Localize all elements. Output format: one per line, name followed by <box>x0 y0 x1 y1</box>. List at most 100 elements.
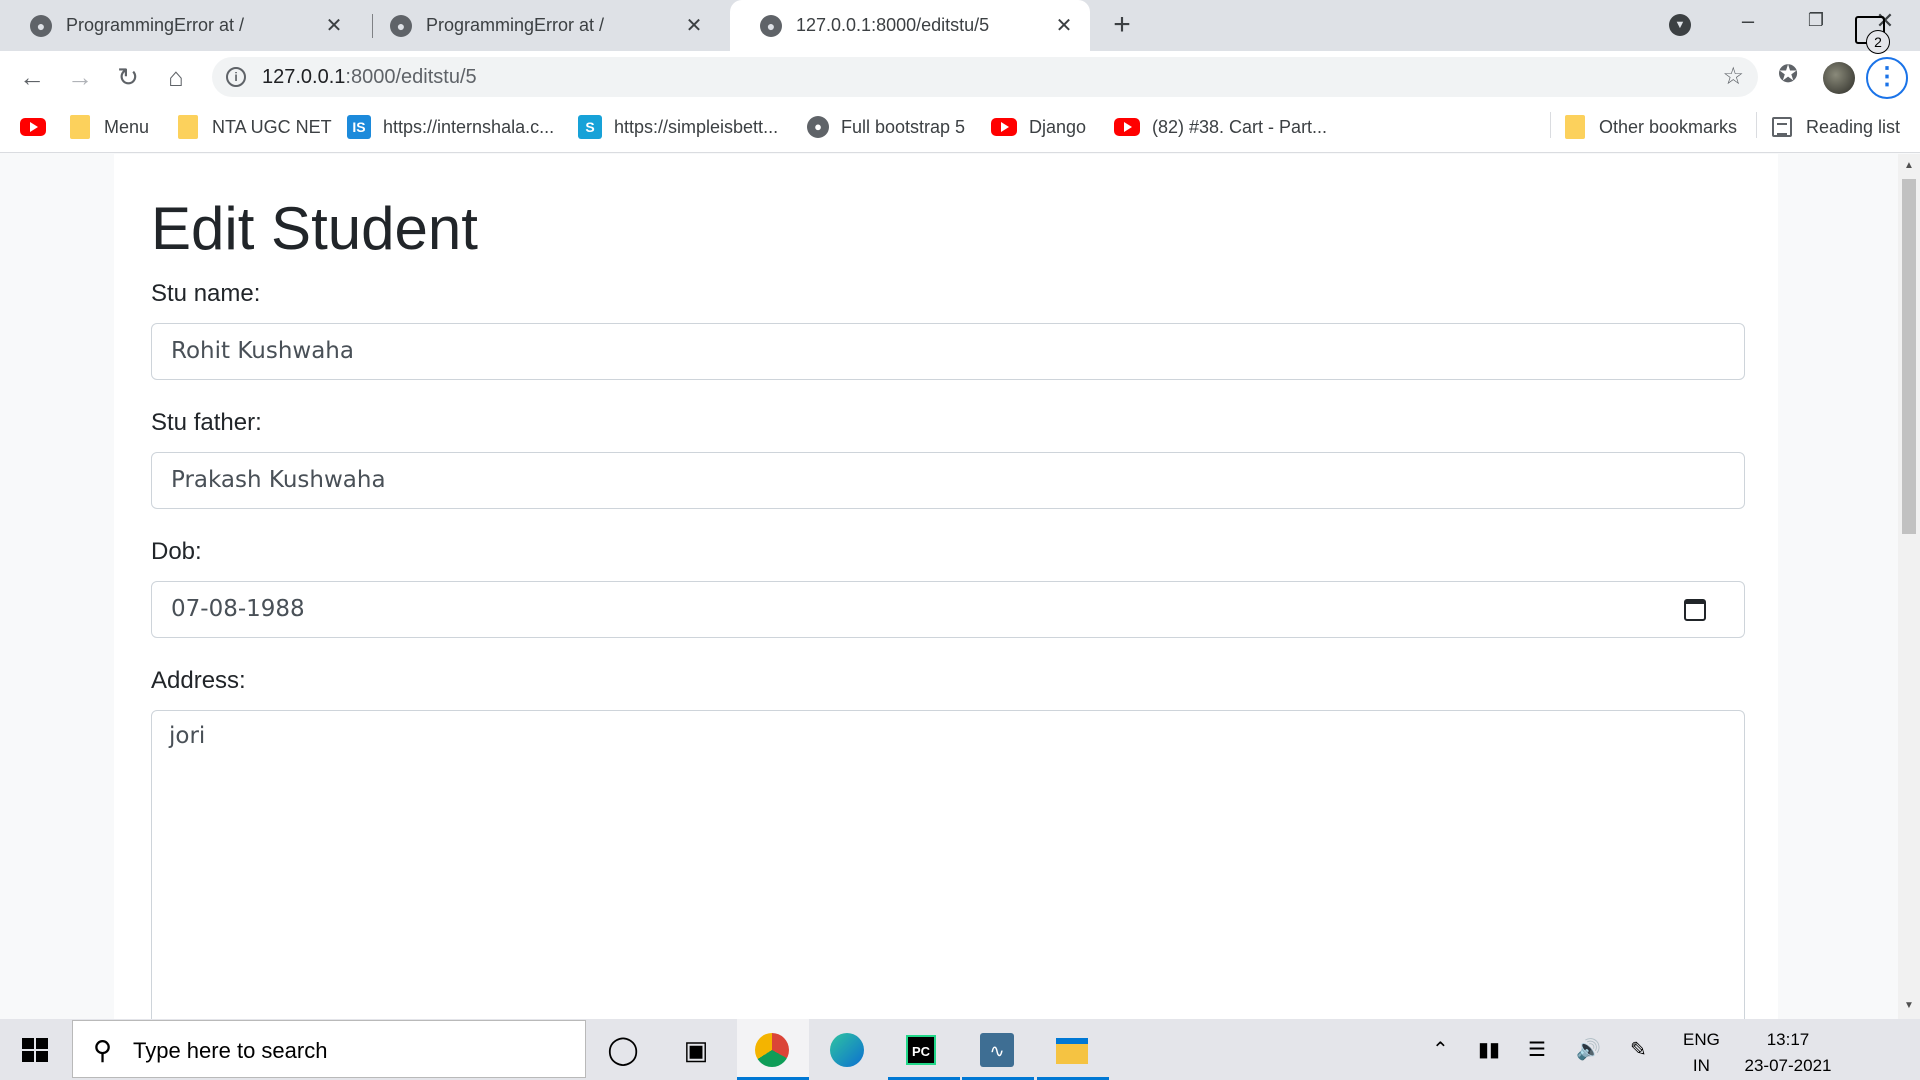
close-tab-icon[interactable]: ✕ <box>1052 13 1076 38</box>
mysql-workbench-taskbar-icon[interactable]: ∿ <box>980 1033 1014 1067</box>
internshala-icon: IS <box>347 115 371 139</box>
tab-programming-error-2[interactable]: ● ProgrammingError at / ✕ <box>360 0 720 51</box>
system-clock[interactable]: 13:17 23-07-2021 <box>1733 1027 1843 1079</box>
bookmark-django[interactable]: Django <box>991 114 1086 140</box>
address-url[interactable]: 127.0.0.1:8000/editstu/5 <box>262 66 477 89</box>
reading-list-label: Reading list <box>1806 116 1901 137</box>
task-view-icon[interactable]: ▣ <box>678 1032 714 1068</box>
url-host: 127.0.0.1 <box>262 66 346 88</box>
notification-count-badge: 2 <box>1866 30 1890 54</box>
url-path: :8000/editstu/5 <box>345 66 477 88</box>
chrome-menu-icon[interactable]: ⋮ <box>1866 57 1908 99</box>
bookmark-nta-ugc-net-folder[interactable]: NTA UGC NET <box>178 114 332 140</box>
other-bookmarks[interactable]: Other bookmarks <box>1565 114 1737 140</box>
clock-time: 13:17 <box>1766 1030 1810 1049</box>
tab-editstu[interactable]: ● 127.0.0.1:8000/editstu/5 ✕ <box>730 0 1090 51</box>
dob-date-input[interactable]: 07-08-1988 <box>151 581 1745 638</box>
address-textarea[interactable]: jori <box>151 710 1745 1019</box>
chrome-taskbar-icon[interactable] <box>755 1033 789 1067</box>
page-container: Edit Student Stu name: Rohit Kushwaha St… <box>114 154 1778 1019</box>
volume-icon[interactable]: 🔊 <box>1576 1037 1601 1062</box>
back-icon[interactable]: ← <box>16 61 48 93</box>
scroll-up-icon[interactable]: ▲ <box>1902 160 1916 171</box>
bookmark-label: Full bootstrap 5 <box>841 116 966 137</box>
close-tab-icon[interactable]: ✕ <box>322 13 346 38</box>
bookmark-internshala[interactable]: IS https://internshala.c... <box>347 114 554 140</box>
stu-father-input[interactable]: Prakash Kushwaha <box>151 452 1745 509</box>
pen-icon[interactable]: ✎ <box>1630 1037 1647 1062</box>
network-icon[interactable]: ☰ <box>1528 1037 1546 1062</box>
bookmarks-divider <box>1550 112 1551 138</box>
bookmark-simpleisbetter[interactable]: S https://simpleisbett... <box>578 114 778 140</box>
page-scrollbar[interactable]: ▲ ▼ <box>1898 154 1920 1019</box>
bookmark-label: https://internshala.c... <box>383 116 555 137</box>
extensions-icon[interactable]: ✪ <box>1778 60 1798 89</box>
page-title: Edit Student <box>151 195 478 262</box>
minimize-icon[interactable]: – <box>1733 8 1763 34</box>
folder-icon <box>178 115 198 139</box>
reload-icon[interactable]: ↻ <box>112 61 144 93</box>
dob-label: Dob: <box>151 538 202 565</box>
browser-toolbar: ← → ↻ ⌂ i 127.0.0.1:8000/editstu/5 ☆ <box>0 51 1920 103</box>
restore-icon[interactable]: ❐ <box>1801 10 1831 31</box>
edge-taskbar-icon[interactable] <box>830 1033 864 1067</box>
globe-icon: ● <box>30 14 52 37</box>
globe-icon: ● <box>807 116 829 138</box>
dob-value: 07-08-1988 <box>171 596 305 622</box>
home-icon[interactable]: ⌂ <box>160 61 192 93</box>
scroll-down-icon[interactable]: ▼ <box>1902 1000 1916 1011</box>
calendar-icon[interactable] <box>1684 598 1706 621</box>
language-indicator[interactable]: ENG IN <box>1683 1027 1720 1079</box>
tab-strip: ● ProgrammingError at / ✕ ● ProgrammingE… <box>0 0 1920 51</box>
forward-icon[interactable]: → <box>64 61 96 93</box>
scroll-thumb[interactable] <box>1902 179 1916 534</box>
tab-programming-error-1[interactable]: ● ProgrammingError at / ✕ <box>0 0 360 51</box>
youtube-icon <box>20 118 46 136</box>
bookmark-menu-folder[interactable]: Menu <box>70 114 149 140</box>
show-hidden-icons-icon[interactable]: ⌃ <box>1432 1037 1449 1062</box>
bookmark-full-bootstrap-5[interactable]: ● Full bootstrap 5 <box>807 114 965 140</box>
bookmark-label: NTA UGC NET <box>212 116 332 137</box>
windows-taskbar: ⚲ Type here to search ◯ ▣ PC ∿ ⌃ ▮▮ ☰ 🔊 … <box>0 1019 1920 1080</box>
bookmark-label: Menu <box>104 116 150 137</box>
search-icon: ⚲ <box>93 1035 113 1065</box>
region-code: IN <box>1692 1056 1710 1075</box>
page-viewport: Edit Student Stu name: Rohit Kushwaha St… <box>0 154 1898 1019</box>
simpleisbetter-icon: S <box>578 115 602 139</box>
close-tab-icon[interactable]: ✕ <box>682 13 706 38</box>
address-bar[interactable]: i 127.0.0.1:8000/editstu/5 ☆ <box>212 57 1758 97</box>
profile-avatar[interactable] <box>1823 62 1855 94</box>
stu-name-label: Stu name: <box>151 280 261 307</box>
stu-father-label: Stu father: <box>151 409 262 436</box>
globe-icon: ● <box>390 14 412 37</box>
bookmark-star-icon[interactable]: ☆ <box>1722 62 1744 91</box>
bookmark-label: Django <box>1029 116 1087 137</box>
battery-icon[interactable]: ▮▮ <box>1478 1037 1500 1062</box>
pycharm-taskbar-icon[interactable]: PC <box>906 1035 936 1065</box>
globe-icon: ● <box>760 14 782 37</box>
bookmark-youtube[interactable] <box>20 114 58 140</box>
other-bookmarks-label: Other bookmarks <box>1599 116 1738 137</box>
tab-title: ProgrammingError at / <box>66 15 245 35</box>
tab-title: 127.0.0.1:8000/editstu/5 <box>796 15 990 35</box>
folder-icon <box>70 115 90 139</box>
language-code: ENG <box>1683 1030 1720 1049</box>
windows-start-icon[interactable] <box>22 1038 48 1062</box>
address-label: Address: <box>151 667 246 694</box>
youtube-icon <box>1114 118 1140 136</box>
stu-name-input[interactable]: Rohit Kushwaha <box>151 323 1745 380</box>
bookmarks-divider <box>1756 112 1757 138</box>
tab-search-icon[interactable]: ▼ <box>1669 14 1691 36</box>
folder-icon <box>1565 115 1585 139</box>
reading-list[interactable]: Reading list <box>1772 114 1900 140</box>
bookmark-label: (82) #38. Cart - Part... <box>1152 116 1328 137</box>
bookmark-cart-part[interactable]: (82) #38. Cart - Part... <box>1114 114 1327 140</box>
cortana-icon[interactable]: ◯ <box>605 1032 641 1068</box>
file-explorer-taskbar-icon[interactable] <box>1056 1038 1088 1064</box>
clock-date: 23-07-2021 <box>1744 1056 1832 1075</box>
new-tab-button[interactable]: + <box>1107 10 1137 40</box>
bookmark-label: https://simpleisbett... <box>614 116 779 137</box>
taskbar-search-placeholder: Type here to search <box>133 1038 328 1063</box>
site-info-icon[interactable]: i <box>226 67 246 87</box>
taskbar-search-box[interactable]: ⚲ Type here to search <box>72 1020 586 1078</box>
